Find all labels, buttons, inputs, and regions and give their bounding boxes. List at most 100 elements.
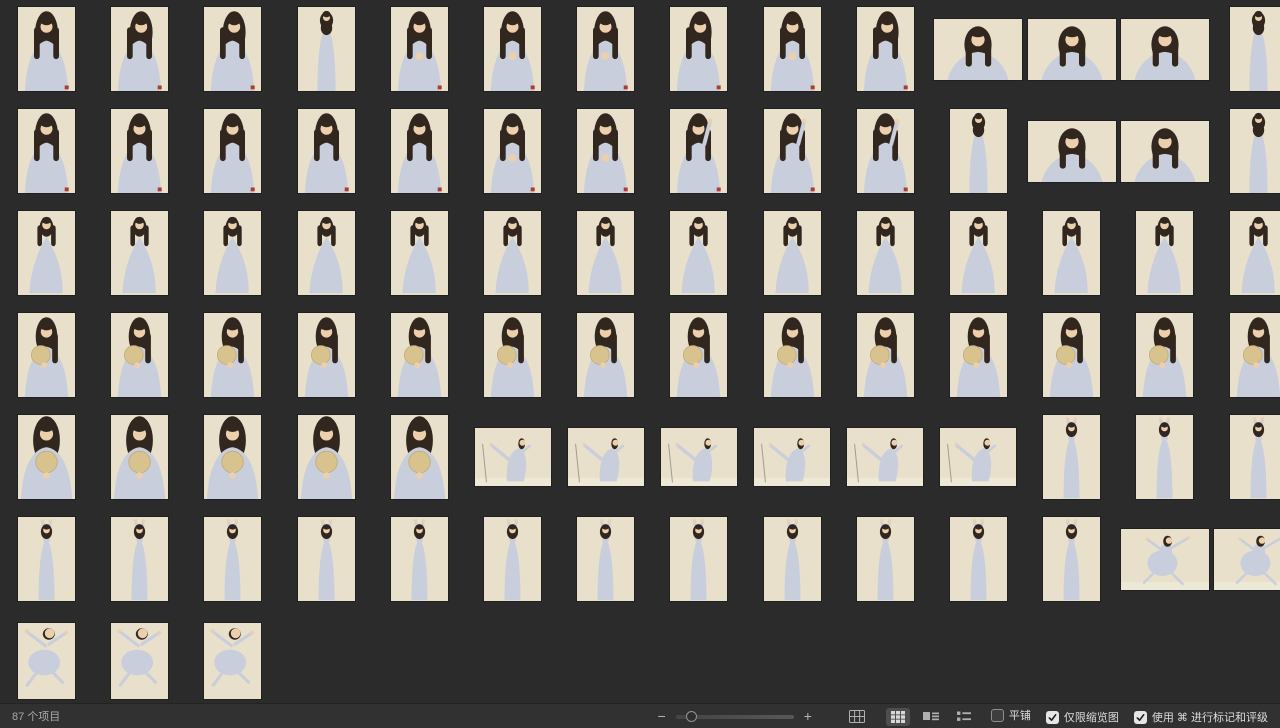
photo-thumbnail[interactable] bbox=[484, 7, 541, 91]
photo-thumbnail[interactable] bbox=[857, 109, 914, 193]
photo-thumbnail[interactable] bbox=[111, 415, 168, 499]
photo-thumbnail[interactable] bbox=[1230, 415, 1280, 499]
zoom-out-button[interactable]: − bbox=[654, 709, 670, 723]
photo-thumbnail[interactable] bbox=[111, 109, 168, 193]
photo-thumbnail[interactable] bbox=[1136, 415, 1193, 499]
photo-thumbnail[interactable] bbox=[298, 313, 355, 397]
photo-thumbnail[interactable] bbox=[111, 313, 168, 397]
photo-thumbnail[interactable] bbox=[670, 109, 727, 193]
photo-thumbnail[interactable] bbox=[857, 7, 914, 91]
photo-thumbnail[interactable] bbox=[670, 517, 727, 601]
thumbnail-size-slider[interactable] bbox=[676, 710, 794, 722]
photo-thumbnail[interactable] bbox=[950, 517, 1007, 601]
photo-thumbnail[interactable] bbox=[391, 109, 448, 193]
photo-thumbnail[interactable] bbox=[391, 313, 448, 397]
photo-thumbnail[interactable] bbox=[857, 517, 914, 601]
photo-thumbnail[interactable] bbox=[1230, 211, 1280, 295]
photo-thumbnail[interactable] bbox=[298, 211, 355, 295]
photo-thumbnail[interactable] bbox=[1121, 19, 1209, 80]
photo-thumbnail[interactable] bbox=[111, 7, 168, 91]
photo-thumbnail[interactable] bbox=[1230, 313, 1280, 397]
checkbox-unchecked-icon[interactable] bbox=[991, 709, 1004, 722]
photo-thumbnail[interactable] bbox=[670, 211, 727, 295]
photo-thumbnail[interactable] bbox=[298, 415, 355, 499]
photo-thumbnail[interactable] bbox=[577, 109, 634, 193]
photo-thumbnail[interactable] bbox=[298, 517, 355, 601]
grid-lock-view-icon[interactable] bbox=[844, 707, 870, 726]
photo-thumbnail[interactable] bbox=[764, 7, 821, 91]
photo-thumbnail[interactable] bbox=[661, 428, 737, 486]
photo-thumbnail[interactable] bbox=[204, 109, 261, 193]
photo-thumbnail[interactable] bbox=[764, 109, 821, 193]
photo-thumbnail[interactable] bbox=[18, 623, 75, 699]
option-label[interactable]: 平铺 bbox=[1009, 707, 1031, 723]
photo-thumbnail[interactable] bbox=[764, 211, 821, 295]
photo-thumbnail[interactable] bbox=[111, 517, 168, 601]
list-view-icon[interactable] bbox=[952, 707, 976, 726]
photo-thumbnail[interactable] bbox=[754, 428, 830, 486]
checkbox-checked-icon[interactable] bbox=[1134, 711, 1147, 724]
photo-thumbnail[interactable] bbox=[1043, 415, 1100, 499]
photo-thumbnail[interactable] bbox=[764, 517, 821, 601]
photo-thumbnail[interactable] bbox=[950, 211, 1007, 295]
photo-thumbnail[interactable] bbox=[484, 109, 541, 193]
checkbox-checked-icon[interactable] bbox=[1046, 711, 1059, 724]
photo-thumbnail[interactable] bbox=[934, 19, 1022, 80]
photo-thumbnail[interactable] bbox=[204, 313, 261, 397]
photo-thumbnail[interactable] bbox=[1230, 7, 1280, 91]
photo-thumbnail[interactable] bbox=[847, 428, 923, 486]
photo-thumbnail[interactable] bbox=[391, 7, 448, 91]
zoom-in-button[interactable]: + bbox=[800, 709, 816, 723]
photo-thumbnail[interactable] bbox=[204, 623, 261, 699]
option-label[interactable]: 仅限缩览图 bbox=[1064, 709, 1119, 725]
photo-thumbnail[interactable] bbox=[484, 313, 541, 397]
photo-thumbnail[interactable] bbox=[1136, 313, 1193, 397]
photo-thumbnail[interactable] bbox=[391, 211, 448, 295]
photo-thumbnail[interactable] bbox=[111, 623, 168, 699]
thumbnail-grid-view-icon[interactable] bbox=[886, 708, 910, 726]
photo-thumbnail[interactable] bbox=[950, 313, 1007, 397]
photo-thumbnail[interactable] bbox=[1043, 313, 1100, 397]
photo-thumbnail[interactable] bbox=[764, 313, 821, 397]
photo-thumbnail[interactable] bbox=[484, 211, 541, 295]
photo-thumbnail[interactable] bbox=[568, 428, 644, 486]
photo-thumbnail[interactable] bbox=[204, 415, 261, 499]
photo-thumbnail[interactable] bbox=[1121, 529, 1209, 590]
photo-thumbnail[interactable] bbox=[577, 211, 634, 295]
photo-thumbnail[interactable] bbox=[577, 313, 634, 397]
photo-thumbnail[interactable] bbox=[18, 517, 75, 601]
photo-thumbnail[interactable] bbox=[18, 7, 75, 91]
photo-thumbnail[interactable] bbox=[1121, 121, 1209, 182]
photo-thumbnail[interactable] bbox=[950, 109, 1007, 193]
photo-thumbnail[interactable] bbox=[857, 313, 914, 397]
photo-thumbnail[interactable] bbox=[670, 7, 727, 91]
photo-thumbnail[interactable] bbox=[475, 428, 551, 486]
photo-thumbnail[interactable] bbox=[577, 7, 634, 91]
photo-thumbnail[interactable] bbox=[18, 211, 75, 295]
photo-thumbnail[interactable] bbox=[298, 7, 355, 91]
photo-thumbnail[interactable] bbox=[204, 211, 261, 295]
photo-thumbnail[interactable] bbox=[670, 313, 727, 397]
details-view-icon[interactable] bbox=[918, 707, 944, 726]
photo-thumbnail[interactable] bbox=[1214, 529, 1280, 590]
photo-thumbnail[interactable] bbox=[857, 211, 914, 295]
photo-thumbnail[interactable] bbox=[391, 517, 448, 601]
option-label[interactable]: 使用 ⌘ 进行标记和评级 bbox=[1152, 709, 1268, 725]
photo-thumbnail[interactable] bbox=[18, 109, 75, 193]
photo-thumbnail[interactable] bbox=[1043, 517, 1100, 601]
photo-thumbnail[interactable] bbox=[204, 517, 261, 601]
photo-thumbnail[interactable] bbox=[1043, 211, 1100, 295]
photo-thumbnail[interactable] bbox=[111, 211, 168, 295]
photo-thumbnail[interactable] bbox=[1028, 121, 1116, 182]
photo-thumbnail[interactable] bbox=[484, 517, 541, 601]
photo-thumbnail[interactable] bbox=[18, 415, 75, 499]
photo-thumbnail[interactable] bbox=[1230, 109, 1280, 193]
photo-thumbnail[interactable] bbox=[391, 415, 448, 499]
photo-thumbnail[interactable] bbox=[940, 428, 1016, 486]
photo-thumbnail[interactable] bbox=[204, 7, 261, 91]
slider-handle[interactable] bbox=[686, 711, 697, 722]
photo-thumbnail[interactable] bbox=[1028, 19, 1116, 80]
photo-thumbnail[interactable] bbox=[18, 313, 75, 397]
photo-thumbnail[interactable] bbox=[1136, 211, 1193, 295]
photo-thumbnail[interactable] bbox=[577, 517, 634, 601]
